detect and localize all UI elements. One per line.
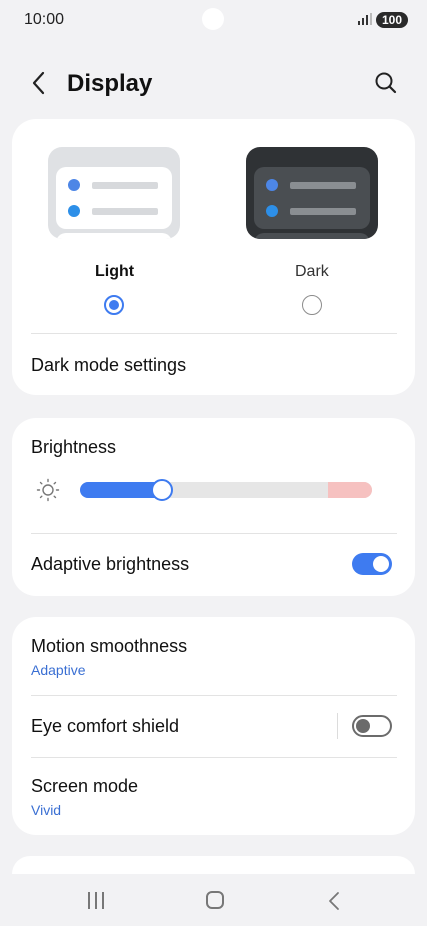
light-theme-preview[interactable] (48, 147, 180, 239)
dark-radio[interactable] (302, 295, 322, 315)
light-label: Light (95, 263, 135, 280)
brightness-card: Brightness Adaptive brightness (12, 418, 415, 596)
search-icon[interactable] (373, 70, 399, 96)
screen-mode-value: Vivid (31, 802, 62, 818)
eye-comfort-toggle[interactable] (352, 715, 392, 737)
dark-theme-preview[interactable] (246, 147, 378, 239)
preview-panel (56, 167, 172, 229)
slider-thumb[interactable] (150, 479, 173, 501)
sun-icon (36, 478, 60, 502)
preview-panel (56, 233, 172, 239)
next-card (12, 856, 415, 874)
signal-icon (358, 13, 372, 25)
navigation-bar (0, 874, 427, 926)
brightness-title: Brightness (31, 437, 117, 457)
home-icon[interactable] (206, 891, 224, 909)
preview-line (92, 208, 158, 215)
slider-fill (80, 482, 162, 498)
page-title: Display (67, 70, 153, 97)
camera-cutout (202, 8, 224, 30)
status-time: 10:00 (24, 11, 65, 28)
dark-label: Dark (295, 263, 329, 280)
adaptive-brightness-label: Adaptive brightness (31, 554, 190, 574)
status-bar: 10:00 100 (0, 0, 427, 40)
preview-dot (68, 205, 80, 217)
eye-comfort-shield-item[interactable]: Eye comfort shield (31, 716, 179, 737)
preview-panel (254, 167, 370, 229)
display-options-card: Motion smoothness Adaptive Eye comfort s… (12, 617, 415, 835)
adaptive-brightness-toggle[interactable] (352, 553, 392, 575)
theme-card: Light Dark Dark mode settings (12, 119, 415, 395)
divider (31, 757, 397, 758)
screen-mode-label: Screen mode (31, 776, 139, 796)
preview-line (290, 208, 356, 215)
preview-panel (254, 233, 370, 239)
slider-track (80, 482, 372, 498)
preview-dot (266, 179, 278, 191)
slider-high-zone (328, 482, 372, 498)
divider (31, 533, 397, 534)
preview-dot (68, 179, 80, 191)
motion-smoothness-label: Motion smoothness (31, 636, 188, 656)
nav-back-icon[interactable] (326, 890, 342, 912)
back-arrow-icon[interactable] (28, 70, 50, 96)
divider (31, 333, 397, 334)
preview-line (290, 182, 356, 189)
light-radio[interactable] (104, 295, 124, 315)
motion-smoothness-value: Adaptive (31, 662, 86, 678)
preview-line (92, 182, 158, 189)
divider (31, 695, 397, 696)
vertical-separator (337, 713, 338, 739)
preview-dot (266, 205, 278, 217)
dark-mode-settings-item[interactable]: Dark mode settings (31, 355, 186, 376)
battery-badge: 100 (376, 12, 409, 28)
recent-apps-icon[interactable] (88, 892, 106, 910)
brightness-slider[interactable] (80, 479, 372, 501)
app-header: Display (0, 60, 427, 108)
